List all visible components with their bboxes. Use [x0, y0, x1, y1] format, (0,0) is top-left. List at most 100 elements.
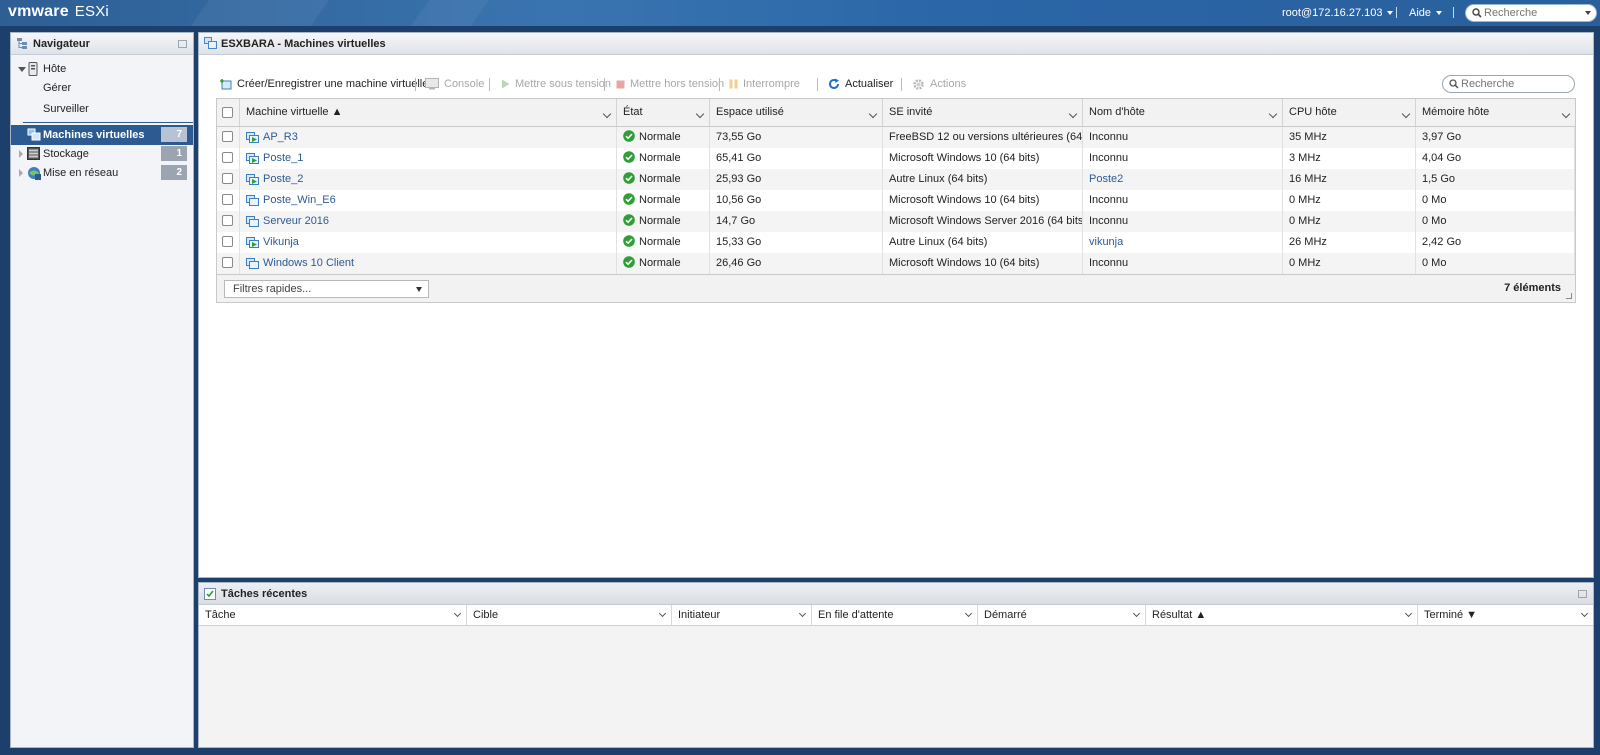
vm-name-cell[interactable]: Poste_2 [240, 169, 617, 190]
vm-name-cell[interactable]: Poste_Win_E6 [240, 190, 617, 211]
row-checkbox[interactable] [222, 173, 233, 184]
row-checkbox[interactable] [222, 215, 233, 226]
chevron-down-icon[interactable] [1585, 11, 1591, 15]
vm-name-cell[interactable]: AP_R3 [240, 127, 617, 148]
chevron-down-icon[interactable] [1404, 609, 1413, 618]
column-header-cpu[interactable]: CPU hôte [1283, 99, 1416, 126]
state-text: Normale [639, 236, 681, 248]
console-button[interactable]: Console [425, 75, 484, 93]
cpu-cell: 3 MHz [1283, 148, 1416, 169]
minimize-icon[interactable] [178, 40, 187, 48]
quick-filter-select[interactable]: Filtres rapides... [224, 280, 429, 298]
user-label: root@172.16.27.103 [1282, 7, 1383, 19]
os-cell: FreeBSD 12 ou versions ultérieures (64 .… [883, 127, 1083, 148]
chevron-down-icon[interactable] [868, 109, 878, 119]
table-row[interactable]: Poste_Win_E6 Normale 10,56 Go Microsoft Win… [216, 190, 1576, 211]
chevron-down-icon[interactable] [602, 109, 612, 119]
vm-name-cell[interactable]: Windows 10 Client [240, 253, 617, 274]
stop-icon [616, 80, 625, 89]
nav-item-networking[interactable]: Mise en réseau 2 [11, 163, 193, 183]
column-header-target[interactable]: Cible [467, 605, 672, 625]
nav-item-manage[interactable]: Gérer [11, 78, 193, 98]
chevron-down-icon[interactable] [1068, 109, 1078, 119]
chevron-down-icon[interactable] [1561, 109, 1571, 119]
chevron-down-icon[interactable] [1401, 109, 1411, 119]
actions-button[interactable]: Actions [912, 75, 966, 93]
space-text: 25,93 Go [716, 173, 762, 185]
row-checkbox[interactable] [222, 257, 233, 268]
chevron-down-icon[interactable] [964, 609, 973, 618]
global-search-input[interactable] [1484, 6, 1584, 20]
user-menu[interactable]: root@172.16.27.103 [1282, 7, 1394, 19]
column-header-state[interactable]: État [617, 99, 710, 126]
table-row[interactable]: Poste_2 Normale 25,93 Go Autre Linux (64 bi… [216, 169, 1576, 190]
cpu-cell: 35 MHz [1283, 127, 1416, 148]
column-header-space[interactable]: Espace utilisé [710, 99, 883, 126]
suspend-button[interactable]: Interrompre [729, 75, 800, 93]
navigator-icon [17, 38, 27, 49]
chevron-down-icon[interactable] [453, 609, 462, 618]
vm-powered-off-icon [246, 215, 259, 227]
column-header-os[interactable]: SE invité [883, 99, 1083, 126]
chevron-down-icon[interactable] [798, 609, 807, 618]
resize-handle-icon[interactable] [1566, 293, 1572, 299]
chevron-down-icon[interactable] [1268, 109, 1278, 119]
vm-name-text: Poste_1 [263, 152, 304, 164]
power-on-button[interactable]: Mettre sous tension [501, 75, 611, 93]
power-off-button[interactable]: Mettre hors tension [616, 75, 724, 93]
table-row[interactable]: Poste_1 Normale 65,41 Go Microsoft Windows … [216, 148, 1576, 169]
minimize-icon[interactable] [1578, 590, 1587, 598]
nav-item-host[interactable]: Hôte [11, 59, 193, 79]
column-header-started[interactable]: Démarré [978, 605, 1146, 625]
column-header-queued[interactable]: En file d'attente [812, 605, 978, 625]
column-header-result[interactable]: Résultat ▲ [1146, 605, 1418, 625]
os-text: Microsoft Windows 10 (64 bits) [889, 152, 1040, 164]
row-checkbox[interactable] [222, 194, 233, 205]
vm-name-cell[interactable]: Poste_1 [240, 148, 617, 169]
play-icon [502, 79, 510, 89]
vm-search-input[interactable] [1461, 77, 1566, 91]
chevron-down-icon[interactable] [695, 109, 705, 119]
select-all-checkbox[interactable] [222, 107, 233, 118]
vm-name-cell[interactable]: Vikunja [240, 232, 617, 253]
chevron-down-icon[interactable] [1580, 609, 1589, 618]
column-header-initiator[interactable]: Initiateur [672, 605, 812, 625]
table-row[interactable]: Vikunja Normale 15,33 Go Autre Linux (64 bi… [216, 232, 1576, 253]
collapse-arrow-icon[interactable] [18, 67, 26, 72]
row-checkbox[interactable] [222, 152, 233, 163]
column-header-task[interactable]: Tâche [199, 605, 467, 625]
row-checkbox[interactable] [222, 236, 233, 247]
vmware-logo[interactable]: vmware ESXi [8, 3, 109, 21]
expand-arrow-icon[interactable] [19, 169, 23, 177]
nav-item-virtual-machines[interactable]: Machines virtuelles 7 [11, 125, 193, 145]
hostname-cell[interactable]: vikunja [1083, 232, 1283, 253]
column-header-hostname[interactable]: Nom d'hôte [1083, 99, 1283, 126]
column-header-completed[interactable]: Terminé ▼ [1418, 605, 1593, 625]
state-cell: Normale [617, 148, 710, 169]
chevron-down-icon[interactable] [658, 609, 667, 618]
column-header-memory[interactable]: Mémoire hôte [1416, 99, 1575, 126]
help-menu[interactable]: Aide [1409, 7, 1443, 19]
top-bar: vmware ESXi root@172.16.27.103 Aide [0, 0, 1600, 26]
hostname-text: Inconnu [1089, 257, 1129, 269]
table-row[interactable]: Windows 10 Client Normale 26,46 Go Microsof… [216, 253, 1576, 274]
power-on-label: Mettre sous tension [515, 78, 611, 90]
nav-item-monitor[interactable]: Surveiller [11, 99, 193, 119]
global-search[interactable] [1465, 4, 1597, 22]
hostname-cell: Inconnu [1083, 211, 1283, 232]
refresh-button[interactable]: Actualiser [828, 75, 893, 93]
vm-search[interactable] [1442, 75, 1575, 93]
table-row[interactable]: AP_R3 Normale 73,55 Go FreeBSD 12 ou versio… [216, 127, 1576, 148]
expand-arrow-icon[interactable] [19, 150, 23, 158]
row-checkbox[interactable] [222, 131, 233, 142]
column-header-vm[interactable]: Machine virtuelle ▲ [240, 99, 617, 126]
suspend-label: Interrompre [743, 78, 800, 90]
os-cell: Autre Linux (64 bits) [883, 169, 1083, 190]
vm-name-cell[interactable]: Serveur 2016 [240, 211, 617, 232]
nav-item-label: Gérer [43, 82, 72, 94]
create-vm-button[interactable]: Créer/Enregistrer une machine virtuelle [219, 75, 428, 93]
table-row[interactable]: Serveur 2016 Normale 14,7 Go Microsoft Wind… [216, 211, 1576, 232]
hostname-cell[interactable]: Poste2 [1083, 169, 1283, 190]
nav-item-storage[interactable]: Stockage 1 [11, 144, 193, 164]
chevron-down-icon[interactable] [1132, 609, 1141, 618]
